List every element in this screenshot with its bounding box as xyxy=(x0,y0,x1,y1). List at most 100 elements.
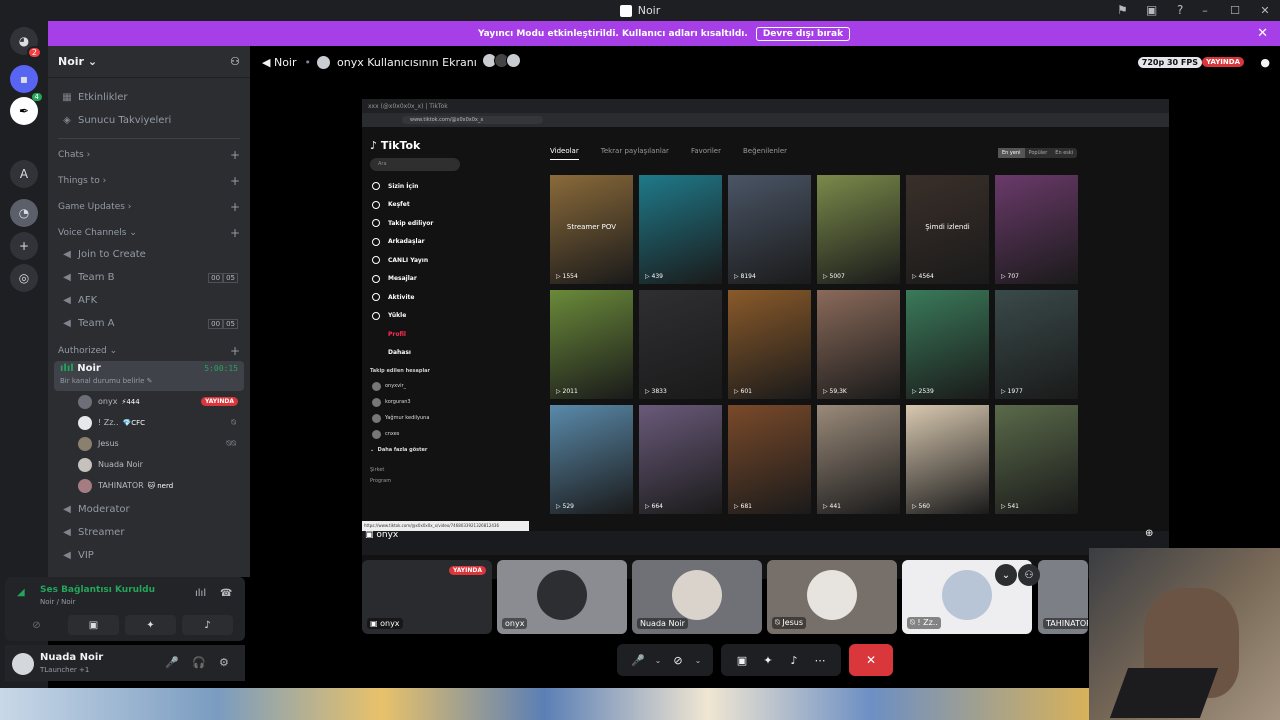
participant-name: TAHINATOR xyxy=(1043,618,1088,629)
more-options-button[interactable]: ⋯ xyxy=(807,654,833,667)
voice-user[interactable]: onyx ⚡444 YAYINDA xyxy=(48,391,250,412)
banner-close-icon[interactable]: ✕ xyxy=(1257,26,1268,41)
more-icon[interactable]: ● xyxy=(1260,56,1270,69)
noise-suppression-icon[interactable]: ılıl xyxy=(195,588,206,599)
call-channel-name: Noir xyxy=(273,55,297,69)
participant-tile[interactable]: onyx xyxy=(497,560,627,634)
category-authorized[interactable]: Authorized ⌄ + xyxy=(48,335,250,361)
boosts-item[interactable]: ◈ Sunucu Takviyeleri xyxy=(48,109,250,132)
user-name[interactable]: Nuada Noir xyxy=(40,652,103,663)
tab-favorites: Favoriler xyxy=(690,147,721,155)
voice-channel[interactable]: ◀ VIP xyxy=(48,544,250,567)
voice-status-title[interactable]: Ses Bağlantısı Kuruldu xyxy=(40,585,155,595)
participant-tile[interactable]: ⍉ Jesus xyxy=(767,560,897,634)
add-server-button[interactable]: + xyxy=(10,232,38,260)
tiktok-nav-item: Keşfet xyxy=(370,196,460,215)
camera-options-icon[interactable]: ⌄ xyxy=(691,656,705,665)
webcam-overlay xyxy=(1089,548,1280,720)
voice-channel[interactable]: ◀ Streamer xyxy=(48,521,250,544)
screen-share-button[interactable]: ▣ xyxy=(729,654,755,667)
banner-text: Yayıncı Modu etkinleştirildi. Kullanıcı … xyxy=(477,28,748,39)
server-noir[interactable]: ✒ 4 xyxy=(10,93,42,125)
activities-button[interactable]: ✦ xyxy=(125,615,176,635)
server-a[interactable]: A xyxy=(10,160,38,188)
events-item[interactable]: ▦ Etkinlikler xyxy=(48,86,250,109)
category-voice[interactable]: Voice Channels ⌄ + xyxy=(48,217,250,243)
voice-channel-label: Team A xyxy=(78,318,115,329)
folder-button[interactable]: ▪ xyxy=(10,65,38,93)
disconnect-button[interactable]: ✕ xyxy=(849,644,893,676)
participant-tile[interactable]: Nuada Noir xyxy=(632,560,762,634)
view-count: ▷ 2539 xyxy=(912,388,934,395)
disconnect-icon[interactable]: ☎ xyxy=(220,588,232,599)
voice-channel[interactable]: ◀ Team B 00 05 xyxy=(48,266,250,289)
mic-icon[interactable]: 🎤 xyxy=(165,656,179,669)
camera-off-button[interactable]: ⊘ xyxy=(11,615,62,635)
home-button[interactable]: ◕ 2 xyxy=(10,27,42,59)
screen-share-button[interactable]: ▣ xyxy=(68,615,119,635)
mic-button[interactable]: 🎤 xyxy=(625,654,651,667)
speaker-icon: ◀ xyxy=(63,295,71,306)
calendar-icon: ▦ xyxy=(62,92,72,103)
server-group[interactable]: ◔ xyxy=(10,199,38,227)
participant-tile[interactable]: YAYINDA ▣ onyx xyxy=(362,560,492,634)
window-icon[interactable]: ▣ xyxy=(1146,3,1157,17)
soundboard-button[interactable]: ♪ xyxy=(781,654,807,667)
voice-channel-label: AFK xyxy=(78,295,98,306)
pencil-icon[interactable]: ✎ xyxy=(147,377,153,385)
voice-channel[interactable]: ◀ Moderator xyxy=(48,498,250,521)
voice-channel[interactable]: ◀ AFK xyxy=(48,289,250,312)
voice-user[interactable]: Jesus ⍉⍉ xyxy=(48,433,250,454)
voice-status-channel[interactable]: Noir / Noir xyxy=(40,598,76,606)
category-chats[interactable]: Chats › + xyxy=(48,139,250,165)
settings-icon[interactable]: ⚙ xyxy=(219,656,229,669)
invite-to-call-button[interactable]: ⚇ xyxy=(1018,564,1040,586)
channel-status[interactable]: Bir kanal durumu belirle xyxy=(60,377,144,385)
avatar xyxy=(537,570,587,620)
close-button[interactable]: ✕ xyxy=(1250,4,1280,17)
voice-user[interactable]: TAHINATOR 🐱 nerd xyxy=(48,475,250,496)
collapse-tiles-button[interactable]: ⌄ xyxy=(995,564,1017,586)
maximize-button[interactable]: ☐ xyxy=(1220,4,1250,17)
invite-people-icon[interactable]: ⚇ xyxy=(230,55,240,68)
add-channel-icon[interactable]: + xyxy=(230,175,240,187)
add-channel-icon[interactable]: + xyxy=(230,149,240,161)
category-authorized-label: Authorized xyxy=(58,346,107,356)
voice-user[interactable]: Nuada Noir xyxy=(48,454,250,475)
user-count: 00 xyxy=(208,272,224,283)
mic-options-icon[interactable]: ⌄ xyxy=(651,656,665,665)
server-a-label: A xyxy=(19,167,29,181)
voice-user[interactable]: ! Zz.. 💎CFC ⍉ xyxy=(48,412,250,433)
video-tile: ▷ 560 xyxy=(906,405,989,514)
viewer-avatars[interactable] xyxy=(481,53,521,71)
category-game-updates[interactable]: Game Updates › + xyxy=(48,191,250,217)
server-header[interactable]: Noir ⌄ ⚇ xyxy=(48,46,250,78)
voice-channel[interactable]: ◀ Join to Create xyxy=(48,243,250,266)
headphones-icon[interactable]: 🎧 xyxy=(192,656,206,669)
disable-streamer-mode-button[interactable]: Devre dışı bırak xyxy=(755,26,851,41)
add-channel-icon[interactable]: + xyxy=(230,201,240,213)
category-things[interactable]: Things to › + xyxy=(48,165,250,191)
add-channel-icon[interactable]: + xyxy=(230,345,240,357)
soundboard-button[interactable]: ♪ xyxy=(182,615,233,635)
voice-channel[interactable]: ◀ Team A 00 05 xyxy=(48,312,250,335)
voice-user-name: ! Zz.. xyxy=(98,418,119,427)
speaker-icon: ◀ xyxy=(63,504,71,515)
add-channel-icon[interactable]: + xyxy=(230,227,240,239)
avatar xyxy=(78,478,92,493)
user-count: 00 xyxy=(208,318,224,329)
participant-name: onyx xyxy=(502,618,528,629)
minimize-button[interactable]: – xyxy=(1190,4,1220,17)
inbox-icon[interactable]: ⚑ xyxy=(1117,3,1128,17)
avatar[interactable] xyxy=(12,653,34,675)
screen-share-view[interactable]: xxx (@x0x0x0x_x) | TikTok www.tiktok.com… xyxy=(362,99,1169,579)
events-label: Etkinlikler xyxy=(78,92,128,103)
zoom-icon[interactable]: ⊕ xyxy=(1145,528,1153,539)
participant-tile[interactable]: TAHINATOR xyxy=(1038,560,1088,634)
camera-button[interactable]: ⊘ xyxy=(665,654,691,667)
discover-button[interactable]: ◎ xyxy=(10,264,38,292)
participant-strip: YAYINDA ▣ onyx onyx Nuada Noir ⍉ Jesus ⍉ … xyxy=(362,560,1088,634)
active-voice-channel[interactable]: ılıl Noir Bir kanal durumu belirle ✎ 5:0… xyxy=(54,361,244,391)
help-icon[interactable]: ? xyxy=(1177,3,1183,17)
activities-button[interactable]: ✦ xyxy=(755,654,781,667)
